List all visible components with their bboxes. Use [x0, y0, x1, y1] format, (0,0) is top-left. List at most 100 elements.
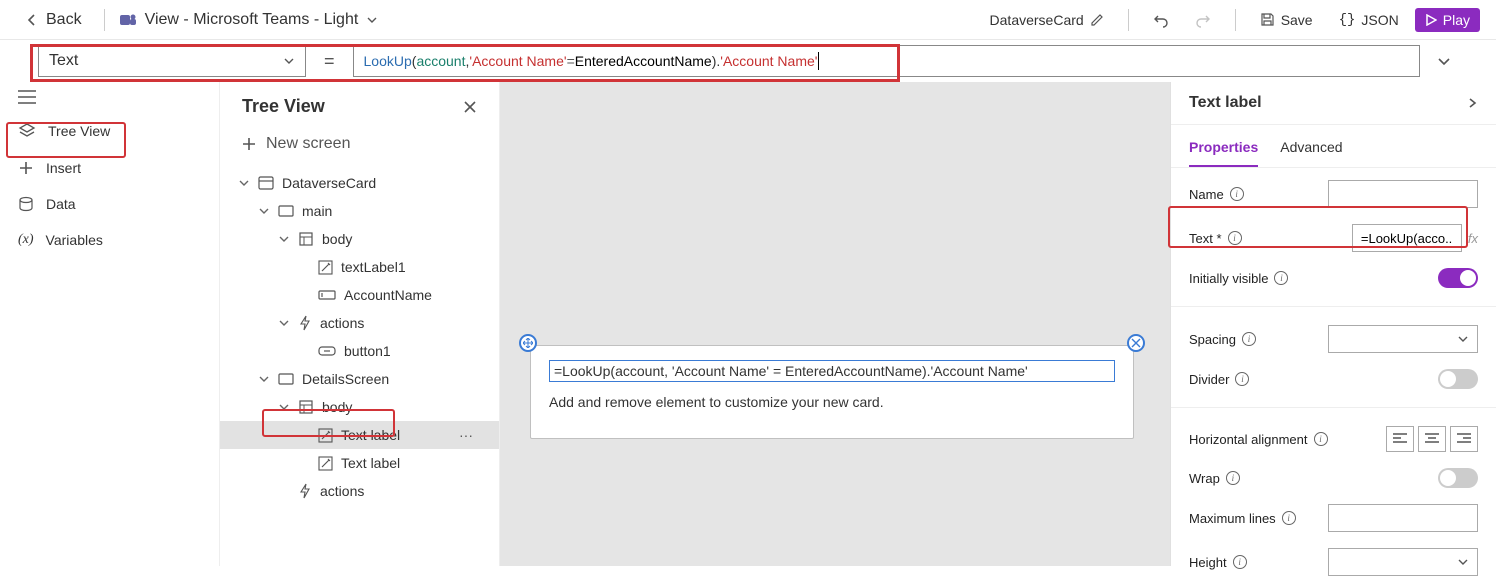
redo-button[interactable]: [1185, 8, 1221, 32]
play-button[interactable]: Play: [1415, 8, 1480, 32]
chevron-right-icon[interactable]: [1466, 97, 1478, 109]
card-name-button[interactable]: DataverseCard: [980, 8, 1114, 32]
rail-label: Data: [46, 196, 76, 212]
tree-node[interactable]: body: [220, 393, 499, 421]
align-center-button[interactable]: [1418, 426, 1446, 452]
info-icon[interactable]: i: [1228, 231, 1242, 245]
rail-variables[interactable]: (x) Variables: [0, 222, 219, 258]
more-icon[interactable]: ···: [459, 427, 473, 443]
chevron-down-icon[interactable]: [278, 234, 290, 244]
info-icon[interactable]: i: [1242, 332, 1256, 346]
align-right-button[interactable]: [1450, 426, 1478, 452]
tree-node-label: body: [322, 399, 352, 415]
maxlines-input[interactable]: [1328, 504, 1478, 532]
tree-node[interactable]: textLabel1: [220, 253, 499, 281]
wrap-toggle[interactable]: [1438, 468, 1478, 488]
tree-header: Tree View: [220, 82, 499, 127]
prop-label-name: Namei: [1189, 187, 1244, 202]
delete-handle-icon[interactable]: [1127, 334, 1145, 352]
tab-advanced[interactable]: Advanced: [1280, 133, 1342, 167]
chevron-down-icon[interactable]: [258, 206, 270, 216]
close-icon[interactable]: [463, 100, 477, 114]
tree-node[interactable]: AccountName: [220, 281, 499, 309]
fx-icon[interactable]: fx: [1462, 231, 1478, 246]
selected-element-type: Text label: [1189, 94, 1262, 112]
card-preview[interactable]: =LookUp(account, 'Account Name' = Entere…: [530, 345, 1134, 439]
tree-node[interactable]: actions: [220, 309, 499, 337]
move-handle-icon[interactable]: [519, 334, 537, 352]
formula-expand-button[interactable]: [1430, 53, 1458, 69]
prop-row-divider: Divideri: [1189, 369, 1478, 389]
info-icon[interactable]: i: [1226, 471, 1240, 485]
button-icon: [318, 345, 336, 357]
equals-sign: =: [316, 51, 343, 72]
back-button[interactable]: Back: [16, 7, 90, 33]
property-selector[interactable]: Text: [38, 45, 306, 77]
layers-icon: [18, 122, 36, 140]
tree-node[interactable]: DataverseCard: [220, 169, 499, 197]
plus-icon: [242, 137, 256, 151]
prop-row-spacing: Spacingi: [1189, 325, 1478, 353]
undo-button[interactable]: [1143, 8, 1179, 32]
prop-label-halign: Horizontal alignmenti: [1189, 432, 1328, 447]
canvas-area[interactable]: =LookUp(account, 'Account Name' = Entere…: [500, 82, 1170, 566]
rail-tree-view[interactable]: Tree View: [0, 112, 219, 150]
prop-label-spacing: Spacingi: [1189, 332, 1256, 347]
chevron-down-icon[interactable]: [278, 402, 290, 412]
rail-insert[interactable]: Insert: [0, 150, 219, 186]
separator: [1128, 9, 1129, 31]
action-icon: [298, 483, 312, 499]
view-theme-selector[interactable]: View - Microsoft Teams - Light: [119, 11, 379, 29]
play-label: Play: [1443, 12, 1470, 28]
tree-node-label: actions: [320, 315, 364, 331]
tab-properties[interactable]: Properties: [1189, 133, 1258, 167]
divider-toggle[interactable]: [1438, 369, 1478, 389]
info-icon[interactable]: i: [1233, 555, 1247, 569]
chevron-down-icon[interactable]: [238, 178, 250, 188]
braces-icon: {}: [1339, 12, 1356, 28]
formula-input[interactable]: LookUp(account, 'Account Name' = Entered…: [353, 45, 1420, 77]
name-input[interactable]: [1328, 180, 1478, 208]
info-icon[interactable]: i: [1314, 432, 1328, 446]
tree-node-label: actions: [320, 483, 364, 499]
tree-node[interactable]: button1: [220, 337, 499, 365]
info-icon[interactable]: i: [1230, 187, 1244, 201]
back-arrow-icon: [24, 12, 40, 28]
hamburger-button[interactable]: [0, 82, 219, 112]
body-icon: [298, 232, 314, 246]
formula-bar: Text = LookUp(account, 'Account Name' = …: [0, 40, 1496, 82]
text-icon: [318, 456, 333, 471]
property-name: Text: [49, 52, 78, 70]
text-input[interactable]: [1352, 224, 1462, 252]
text-caret: [818, 52, 819, 70]
tree-node[interactable]: main: [220, 197, 499, 225]
tree-view-panel: Tree View New screen DataverseCardmainbo…: [220, 82, 500, 566]
chevron-down-icon[interactable]: [278, 318, 290, 328]
chevron-down-icon[interactable]: [258, 374, 270, 384]
new-screen-button[interactable]: New screen: [220, 127, 499, 161]
data-icon: [18, 196, 34, 212]
height-select[interactable]: [1328, 548, 1478, 576]
info-icon[interactable]: i: [1235, 372, 1249, 386]
rail-data[interactable]: Data: [0, 186, 219, 222]
save-button[interactable]: Save: [1250, 8, 1323, 32]
variable-icon: (x): [18, 232, 34, 248]
tree-node[interactable]: Text label: [220, 449, 499, 477]
tree-node[interactable]: Text label···: [220, 421, 499, 449]
info-icon[interactable]: i: [1274, 271, 1288, 285]
input-icon: [318, 289, 336, 301]
tree-node-label: AccountName: [344, 287, 432, 303]
align-left-button[interactable]: [1386, 426, 1414, 452]
visible-toggle[interactable]: [1438, 268, 1478, 288]
json-button[interactable]: {} JSON: [1329, 8, 1409, 32]
redo-icon: [1195, 12, 1211, 28]
spacing-select[interactable]: [1328, 325, 1478, 353]
info-icon[interactable]: i: [1282, 511, 1296, 525]
tree-title: Tree View: [242, 96, 325, 117]
tree-node[interactable]: DetailsScreen: [220, 365, 499, 393]
tree-node[interactable]: body: [220, 225, 499, 253]
tree-list: DataverseCardmainbodytextLabel1AccountNa…: [220, 161, 499, 505]
tree-node[interactable]: actions: [220, 477, 499, 505]
selected-label-formula[interactable]: =LookUp(account, 'Account Name' = Entere…: [549, 360, 1115, 382]
token-identifier: EnteredAccountName: [575, 53, 712, 69]
